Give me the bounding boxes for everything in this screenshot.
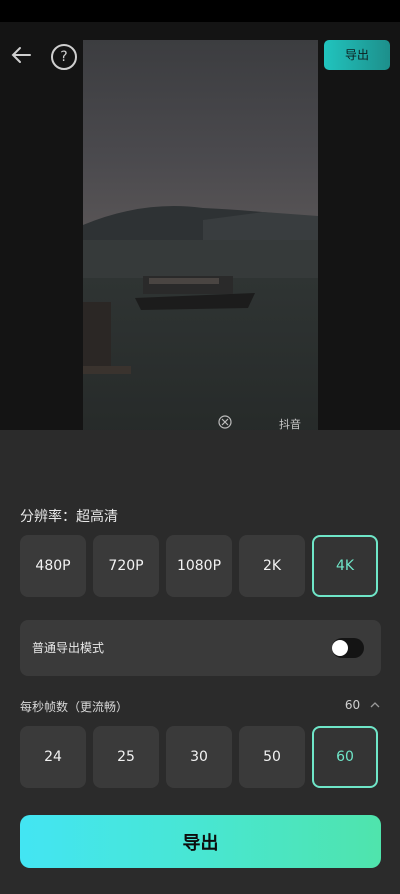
frame-rate-label: 每秒帧数（更流畅） xyxy=(20,700,129,714)
frame-rate-options: 24 25 30 50 60 xyxy=(20,726,378,788)
fps-option-60[interactable]: 60 xyxy=(312,726,378,788)
fps-option-30[interactable]: 30 xyxy=(166,726,232,788)
resolution-option-2k[interactable]: 2K xyxy=(239,535,305,597)
fps-option-25[interactable]: 25 xyxy=(93,726,159,788)
fps-option-50[interactable]: 50 xyxy=(239,726,305,788)
resolution-option-720p[interactable]: 720P xyxy=(93,535,159,597)
resolution-option-480p[interactable]: 480P xyxy=(20,535,86,597)
resolution-option-4k[interactable]: 4K xyxy=(312,535,378,597)
fps-option-24[interactable]: 24 xyxy=(20,726,86,788)
resolution-label: 分辨率：超高清 xyxy=(20,509,118,525)
resolution-options: 480P 720P 1080P 2K 4K xyxy=(20,535,378,597)
video-preview[interactable]: 抖音 xyxy=(83,40,318,440)
frame-rate-value[interactable]: 60 xyxy=(345,698,380,712)
export-mode-label: 普通导出模式 xyxy=(32,641,105,655)
export-mode-row: 普通导出模式 xyxy=(20,620,381,676)
resolution-option-1080p[interactable]: 1080P xyxy=(166,535,232,597)
chevron-up-icon xyxy=(370,702,380,708)
arrow-left-icon xyxy=(11,47,31,63)
question-circle-icon: ? xyxy=(60,49,68,65)
preview-image xyxy=(83,40,318,440)
toggle-knob xyxy=(332,640,348,656)
export-mode-toggle[interactable] xyxy=(332,638,364,658)
help-button[interactable]: ? xyxy=(51,44,77,70)
export-button[interactable]: 导出 xyxy=(20,815,381,868)
frame-rate-current: 60 xyxy=(344,698,361,712)
back-button[interactable] xyxy=(10,44,32,66)
export-top-button[interactable]: 导出 xyxy=(324,40,390,70)
status-bar xyxy=(0,0,400,22)
